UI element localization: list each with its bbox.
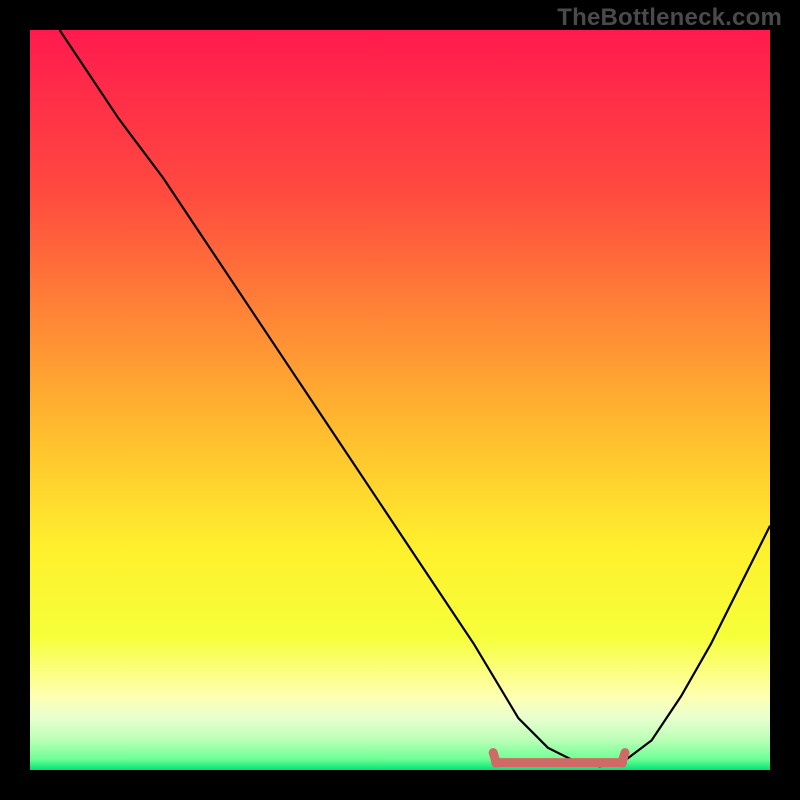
optimal-range-start-dot	[491, 758, 501, 768]
plot-svg	[30, 30, 770, 770]
plot-area	[30, 30, 770, 770]
chart-frame: TheBottleneck.com	[0, 0, 800, 800]
gradient-background	[30, 30, 770, 770]
optimal-range-end-dot	[617, 758, 627, 768]
watermark-text: TheBottleneck.com	[557, 4, 782, 32]
